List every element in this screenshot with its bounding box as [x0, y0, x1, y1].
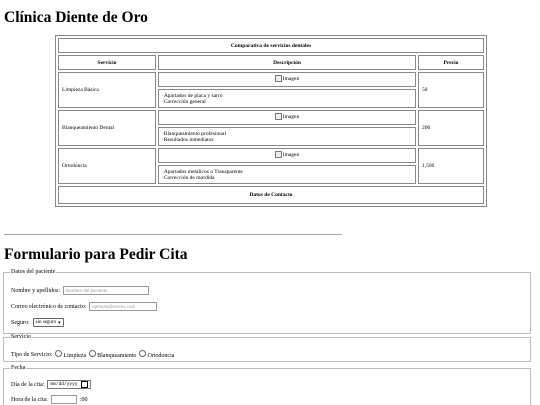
radio-icon	[89, 350, 97, 357]
time-row: Hora de la cita: :00	[11, 395, 88, 404]
date-legend: Fecha	[11, 365, 26, 371]
service-description: ·Apartados metálicos o Transparente ·Cor…	[158, 165, 416, 184]
day-row: Día de la cita: mm/dd/yyyy	[11, 380, 91, 389]
service-price: 200	[418, 110, 484, 146]
name-row: Nombre y apellidos: Nombre del paciente	[11, 286, 149, 295]
insurance-label: Seguro:	[11, 319, 30, 326]
radio-icon	[139, 350, 147, 357]
radio-ortodoncia[interactable]: Ortodoncia	[139, 350, 174, 359]
time-suffix: :00	[79, 396, 88, 403]
service-price: 50	[418, 72, 484, 108]
service-name: Blanqueamiento Dental	[58, 110, 156, 146]
chevron-down-icon: ▾	[58, 320, 61, 326]
radio-blanqueamiento[interactable]: Blanqueamiento	[89, 350, 136, 359]
service-description: ·Apartados de placa y sarro ·Corrección …	[158, 89, 416, 108]
services-table: Comparativa de servicios dentales Servic…	[55, 35, 487, 207]
patient-legend: Datos del paciente	[11, 269, 56, 275]
insurance-row: Seguro: sin seguro ▾	[11, 318, 64, 327]
date-fieldset: Fecha Día de la cita: mm/dd/yyyy Hora de…	[3, 365, 531, 405]
name-label: Nombre y apellidos:	[11, 287, 60, 294]
email-row: Correo electrónico de contacto: ejemplo@…	[11, 302, 158, 311]
broken-image-icon	[274, 151, 282, 158]
service-image: Imagen	[158, 148, 416, 163]
table-row: Blanqueamiento Dental Imagen 200	[58, 110, 484, 146]
header-servicio: Servicio	[58, 55, 156, 70]
form-title: Formulario para Pedir Cita	[4, 246, 188, 263]
broken-image-icon	[274, 75, 282, 82]
service-legend: Servicio	[11, 334, 31, 340]
service-row: Tipo de Servicio: Limpieza Blanqueamient…	[11, 350, 174, 359]
contact-data: Datos de Contacto	[58, 186, 484, 204]
header-precio: Precio	[418, 55, 484, 70]
service-fieldset: Servicio Tipo de Servicio: Limpieza Blan…	[3, 334, 531, 362]
service-description: ·Blanqueamiento profesional ·Resultados …	[158, 127, 416, 146]
service-price: 1,500	[418, 148, 484, 184]
header-descripcion: Descripción	[158, 55, 416, 70]
hour-input[interactable]	[50, 395, 77, 404]
section-divider	[4, 234, 342, 235]
date-input[interactable]: mm/dd/yyyy	[47, 380, 91, 389]
patient-fieldset: Datos del paciente Nombre y apellidos: N…	[3, 269, 531, 334]
radio-icon	[55, 350, 63, 357]
email-label: Correo electrónico de contacto:	[11, 303, 87, 310]
service-type-label: Tipo de Servicio:	[11, 351, 53, 358]
radio-limpieza[interactable]: Limpieza	[55, 350, 86, 359]
broken-image-icon	[274, 113, 282, 120]
day-label: Día de la cita:	[11, 381, 45, 388]
email-input[interactable]: ejemplo@correo.com	[89, 302, 158, 311]
table-row: Limpieza Básica Imagen 50	[58, 72, 484, 108]
service-name: Ortodoncia	[58, 148, 156, 184]
service-image: Imagen	[158, 72, 416, 87]
table-caption: Comparativa de servicios dentales	[58, 38, 484, 53]
service-name: Limpieza Básica	[58, 72, 156, 108]
calendar-icon[interactable]	[80, 381, 88, 388]
page-title: Clínica Diente de Oro	[4, 9, 148, 26]
time-label: Hora de la cita:	[11, 396, 48, 403]
insurance-select[interactable]: sin seguro ▾	[32, 318, 64, 327]
service-image: Imagen	[158, 110, 416, 125]
table-row: Ortodoncia Imagen 1,500	[58, 148, 484, 184]
name-input[interactable]: Nombre del paciente	[63, 286, 149, 295]
